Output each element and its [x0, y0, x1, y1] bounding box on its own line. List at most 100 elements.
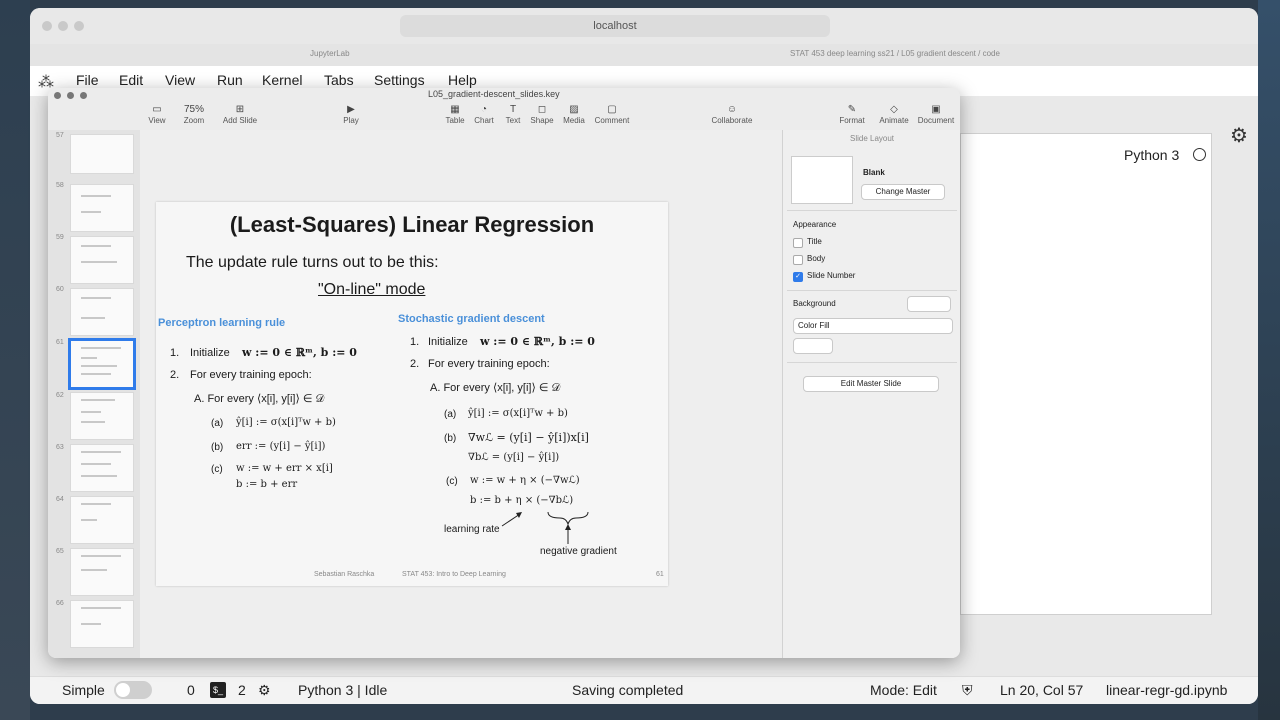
- menu-edit[interactable]: Edit: [119, 72, 143, 88]
- zoom-label: Zoom: [183, 116, 205, 125]
- play-icon: ▶: [347, 104, 355, 115]
- background-color-well[interactable]: [907, 296, 951, 312]
- minimize-window-button[interactable]: [58, 21, 68, 31]
- zoom-button[interactable]: 75% Zoom: [169, 104, 219, 125]
- menu-kernel[interactable]: Kernel: [262, 72, 302, 88]
- slide-thumbnail[interactable]: [70, 392, 134, 440]
- menu-tabs[interactable]: Tabs: [324, 72, 354, 88]
- format-label: Format: [839, 116, 865, 125]
- change-master-button[interactable]: Change Master: [861, 184, 945, 200]
- right-step-1-text: Initialize: [428, 336, 468, 348]
- simple-mode-toggle[interactable]: [114, 681, 152, 699]
- right-b-label: (b): [444, 433, 457, 444]
- plus-icon: ⊞: [235, 104, 245, 115]
- left-c-label: (c): [211, 464, 223, 475]
- tab-jupyterlab[interactable]: JupyterLab: [310, 49, 350, 58]
- slide-thumbnail[interactable]: [70, 236, 134, 284]
- menu-help[interactable]: Help: [448, 72, 477, 88]
- slide-thumbnail[interactable]: [70, 444, 134, 492]
- desktop-right-edge: [1258, 0, 1280, 720]
- keynote-close-button[interactable]: [54, 92, 61, 99]
- divider: [787, 290, 957, 291]
- collaborate-button[interactable]: ☺ Collaborate: [707, 104, 757, 125]
- thumb-number: 61: [56, 339, 64, 346]
- edit-master-slide-button[interactable]: Edit Master Slide: [803, 376, 939, 392]
- right-step-A: A. For every ⟨x[i], y[i]⟩ ∈ 𝒟: [430, 382, 561, 394]
- right-step-1-num: 1.: [410, 336, 420, 348]
- left-a-math: ŷ[i] := σ(x[i]ᵀw + b): [236, 417, 336, 428]
- right-a-label: (a): [444, 409, 457, 420]
- file-name: linear-regr-gd.ipynb: [1106, 682, 1228, 698]
- slide-number-checkbox[interactable]: ✓: [793, 272, 803, 282]
- slide-thumbnail[interactable]: [70, 496, 134, 544]
- terminal-icon[interactable]: $_: [210, 682, 226, 698]
- tab-github[interactable]: STAT 453 deep learning ss21 / L05 gradie…: [790, 49, 1000, 58]
- browser-tab-bar: JupyterLab STAT 453 deep learning ss21 /…: [30, 44, 1258, 66]
- slide-navigator: 57 58 59 60 61 62 63 64 65 66: [48, 130, 141, 658]
- left-b-label: (b): [211, 442, 224, 453]
- fill-color-swatch[interactable]: [793, 338, 833, 354]
- thumb-number: 58: [56, 182, 64, 189]
- add-slide-button[interactable]: ⊞ Add Slide: [215, 104, 265, 125]
- menu-settings[interactable]: Settings: [374, 72, 425, 88]
- slide-thumbnail[interactable]: [70, 600, 134, 648]
- slide-thumbnail[interactable]: [70, 288, 134, 336]
- body-checkbox-label: Body: [807, 254, 826, 263]
- right-step-2-num: 2.: [410, 358, 420, 370]
- slide-thumbnail[interactable]: [70, 548, 134, 596]
- left-c-math-b: b := b + err: [236, 479, 298, 490]
- menu-run[interactable]: Run: [217, 72, 243, 88]
- divider: [787, 362, 957, 363]
- perceptron-heading: Perceptron learning rule: [158, 317, 286, 329]
- zoom-window-button[interactable]: [74, 21, 84, 31]
- browser-titlebar: localhost: [30, 8, 1258, 44]
- slide[interactable]: (Least-Squares) Linear Regression The up…: [156, 202, 668, 586]
- menu-view[interactable]: View: [165, 72, 195, 88]
- play-button[interactable]: ▶ Play: [326, 104, 376, 125]
- inspector-header: Slide Layout: [849, 134, 895, 143]
- keynote-file-title: L05_gradient-descent_slides.key: [428, 89, 560, 99]
- right-b-math-b: ∇bℒ = (y[i] − ŷ[i]): [468, 452, 560, 463]
- master-thumbnail[interactable]: [791, 156, 853, 204]
- url-bar[interactable]: localhost: [400, 15, 830, 37]
- keynote-zoom-button[interactable]: [80, 92, 87, 99]
- cpu-icon: ⚙: [258, 682, 271, 698]
- negative-gradient-label: negative gradient: [540, 546, 617, 557]
- slide-subtitle: The update rule turns out to be this:: [186, 254, 439, 271]
- footer-author: Sebastian Raschka: [314, 571, 375, 578]
- thumb-number: 57: [56, 132, 64, 139]
- footer-course: STAT 453: Intro to Deep Learning: [402, 571, 506, 578]
- menu-file[interactable]: File: [76, 72, 99, 88]
- view-label: View: [148, 116, 166, 125]
- mode-indicator: Mode: Edit: [870, 682, 937, 698]
- play-label: Play: [343, 116, 359, 125]
- thumb-number: 62: [56, 392, 64, 399]
- zero-count: 0: [187, 682, 195, 698]
- slide-thumbnail[interactable]: [70, 184, 134, 232]
- master-name: Blank: [863, 168, 885, 177]
- keynote-minimize-button[interactable]: [67, 92, 74, 99]
- desktop-left-edge: [0, 0, 30, 720]
- close-window-button[interactable]: [42, 21, 52, 31]
- title-checkbox[interactable]: [793, 238, 803, 248]
- gear-icon[interactable]: ⚙: [1230, 123, 1248, 148]
- format-inspector: Slide Layout Blank Change Master Appeara…: [782, 130, 960, 658]
- right-a-math: ŷ[i] := σ(x[i]ᵀw + b): [468, 408, 568, 419]
- color-fill-dropdown[interactable]: Color Fill: [793, 318, 953, 334]
- slide-thumbnail-selected[interactable]: [68, 338, 136, 390]
- comment-button[interactable]: ▢ Comment: [587, 104, 637, 125]
- kernel-name[interactable]: Python 3: [1124, 147, 1179, 163]
- simple-mode-label: Simple: [62, 682, 105, 698]
- right-step-1-math: w := 0 ∈ ℝᵐ, b := 0: [480, 335, 595, 348]
- learning-rate-label: learning rate: [444, 524, 500, 535]
- jupyter-statusbar: Simple 0 $_ 2 ⚙ Python 3 | Idle Saving c…: [30, 676, 1258, 704]
- media-label: Media: [563, 116, 585, 125]
- slide-thumbnail[interactable]: [70, 134, 134, 174]
- slide-title: (Least-Squares) Linear Regression: [229, 212, 595, 237]
- document-button[interactable]: ▣ Document: [911, 104, 960, 125]
- body-checkbox[interactable]: [793, 255, 803, 265]
- kernel-status-text[interactable]: Python 3 | Idle: [298, 682, 387, 698]
- document-icon: ▣: [931, 104, 941, 115]
- left-a-label: (a): [211, 418, 224, 429]
- right-step-2-text: For every training epoch:: [428, 358, 550, 370]
